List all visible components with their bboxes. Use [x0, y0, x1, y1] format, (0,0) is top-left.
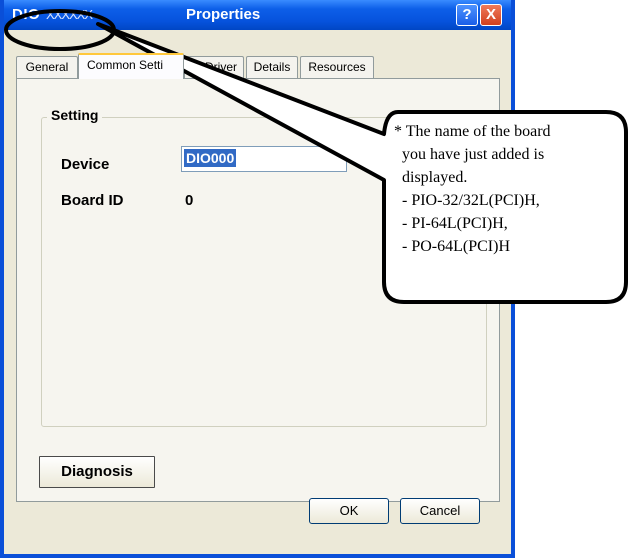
properties-dialog: DIO XXXXXX Properties ? X General Common… [0, 0, 515, 558]
callout-line: displayed. [402, 169, 468, 186]
setting-group-title: Setting [47, 107, 103, 123]
board-id-value: 0 [185, 192, 194, 209]
help-button[interactable]: ? [456, 4, 478, 26]
callout-line: you have just added is [402, 146, 545, 163]
title-bar[interactable]: DIO XXXXXX Properties ? X [4, 0, 511, 30]
device-name-input[interactable]: DIO000 [181, 146, 347, 172]
help-icon: ? [462, 6, 472, 23]
device-label: Device [61, 156, 110, 173]
device-name-value: DIO000 [184, 149, 237, 167]
window-title-prefix: DIO [12, 6, 41, 23]
window-title: Properties [186, 6, 261, 23]
callout-line: * The name of the board [394, 123, 551, 140]
close-icon: X [485, 6, 496, 23]
diagnosis-button[interactable]: Diagnosis [39, 456, 155, 488]
board-id-label: Board ID [61, 192, 124, 209]
tab-resources[interactable]: Resources [300, 56, 374, 78]
callout-text: * The name of the board you have just ad… [394, 120, 614, 258]
tab-general[interactable]: General [16, 56, 78, 78]
tab-driver[interactable]: Driver [184, 56, 244, 78]
callout-line: - PO-64L(PCI)H [402, 238, 510, 255]
ok-button[interactable]: OK [309, 498, 389, 524]
callout-line: - PIO-32/32L(PCI)H, [402, 192, 540, 209]
window-title-masked: XXXXXX [46, 7, 93, 22]
tab-common-setting[interactable]: Common Setti [78, 53, 184, 79]
close-button[interactable]: X [480, 4, 502, 26]
callout-line: - PI-64L(PCI)H, [402, 215, 508, 232]
tab-details[interactable]: Details [246, 56, 298, 78]
cancel-button[interactable]: Cancel [400, 498, 480, 524]
